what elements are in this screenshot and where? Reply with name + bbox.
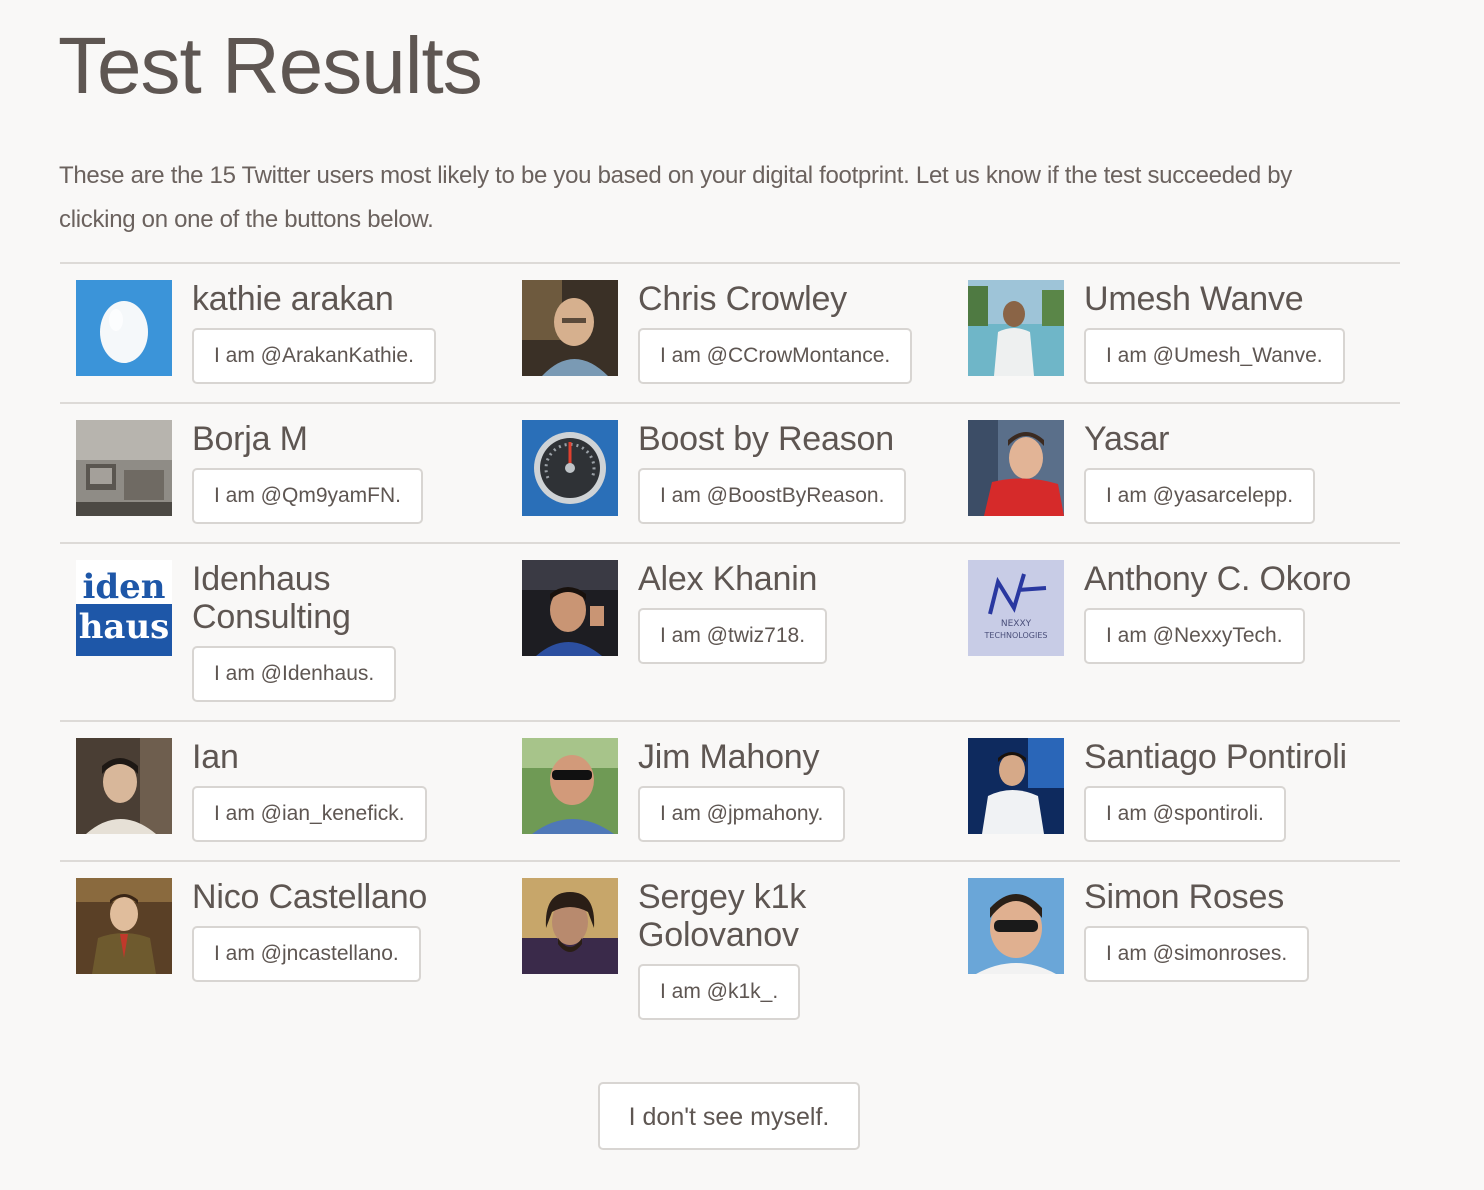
user-name: Santiago Pontiroli [1084, 738, 1347, 776]
avatar-umesh-wanve [968, 280, 1064, 376]
idenhaus-logo: iden haus [76, 560, 172, 656]
i-am-button-jpmahony[interactable]: I am @jpmahony. [638, 786, 846, 842]
i-am-button-ian-kenefick[interactable]: I am @ian_kenefick. [192, 786, 427, 842]
user-name: Boost by Reason [638, 420, 894, 458]
nexxy-technologies-logo: NEXXY TECHNOLOGIES [968, 560, 1064, 656]
user-name: Nico Castellano [192, 878, 428, 916]
avatar-kathie-arakan [76, 280, 172, 376]
results-row: Nico Castellano I am @jncastellano. Serg… [60, 860, 1400, 1038]
user-name: Borja M [192, 420, 308, 458]
user-name: Jim Mahony [638, 738, 820, 776]
i-am-button-umesh-wanve[interactable]: I am @Umesh_Wanve. [1084, 328, 1345, 384]
i-am-button-twiz718[interactable]: I am @twiz718. [638, 608, 828, 664]
user-card: Alex Khanin I am @twiz718. [506, 560, 936, 720]
user-name: Chris Crowley [638, 280, 847, 318]
avatar-borja-m [76, 420, 172, 516]
i-am-button-qm9yamfn[interactable]: I am @Qm9yamFN. [192, 468, 424, 524]
results-row: Borja M I am @Qm9yamFN. Boost by Reason … [60, 402, 1400, 542]
user-card: Simon Roses I am @simonroses. [952, 878, 1382, 1038]
i-am-button-nexxytech[interactable]: I am @NexxyTech. [1084, 608, 1305, 664]
speedometer-icon [522, 420, 618, 516]
i-am-button-yasarcelepp[interactable]: I am @yasarcelepp. [1084, 468, 1316, 524]
i-am-button-k1k[interactable]: I am @k1k_. [638, 964, 801, 1020]
user-name: Yasar [1084, 420, 1170, 458]
dont-see-myself-button[interactable]: I don't see myself. [598, 1082, 860, 1150]
user-name: Alex Khanin [638, 560, 818, 598]
user-name: Anthony C. Okoro [1084, 560, 1352, 598]
i-am-button-simonroses[interactable]: I am @simonroses. [1084, 926, 1310, 982]
avatar-ian [76, 738, 172, 834]
i-am-button-idenhaus[interactable]: I am @Idenhaus. [192, 646, 397, 702]
avatar-sergey-golovanov [522, 878, 618, 974]
user-name: Umesh Wanve [1084, 280, 1304, 318]
user-card: Nico Castellano I am @jncastellano. [60, 878, 490, 1038]
avatar-santiago-pontiroli [968, 738, 1064, 834]
user-card: Sergey k1k Golovanov I am @k1k_. [506, 878, 936, 1038]
results-grid: kathie arakan I am @ArakanKathie. Chris … [60, 262, 1400, 1038]
page-title: Test Results [58, 21, 483, 110]
i-am-button-spontiroli[interactable]: I am @spontiroli. [1084, 786, 1286, 842]
svg-text:haus: haus [79, 607, 170, 647]
user-name: Simon Roses [1084, 878, 1284, 916]
avatar-jim-mahony [522, 738, 618, 834]
avatar-chris-crowley [522, 280, 618, 376]
results-row: Ian I am @ian_kenefick. Jim Mahony I am … [60, 720, 1400, 860]
i-am-button-ccrowmontance[interactable]: I am @CCrowMontance. [638, 328, 913, 384]
results-row: kathie arakan I am @ArakanKathie. Chris … [60, 262, 1400, 402]
svg-text:TECHNOLOGIES: TECHNOLOGIES [984, 631, 1048, 640]
results-row: iden haus Idenhaus Consulting I am @Idenh… [60, 542, 1400, 720]
svg-text:iden: iden [82, 567, 165, 607]
user-card: iden haus Idenhaus Consulting I am @Idenh… [60, 560, 490, 720]
user-name: kathie arakan [192, 280, 394, 318]
i-am-button-boostbyreason[interactable]: I am @BoostByReason. [638, 468, 907, 524]
avatar-yasar [968, 420, 1064, 516]
avatar-simon-roses [968, 878, 1064, 974]
intro-text: These are the 15 Twitter users most like… [59, 162, 1292, 233]
svg-text:NEXXY: NEXXY [1001, 619, 1032, 629]
user-name: Idenhaus Consulting [192, 560, 351, 636]
avatar-nico-castellano [76, 878, 172, 974]
user-name: Ian [192, 738, 239, 776]
user-name: Sergey k1k Golovanov [638, 878, 807, 954]
i-am-button-jncastellano[interactable]: I am @jncastellano. [192, 926, 421, 982]
avatar-alex-khanin [522, 560, 618, 656]
user-card: NEXXY TECHNOLOGIES Anthony C. Okoro I am … [952, 560, 1382, 720]
i-am-button-arakankathie[interactable]: I am @ArakanKathie. [192, 328, 436, 384]
